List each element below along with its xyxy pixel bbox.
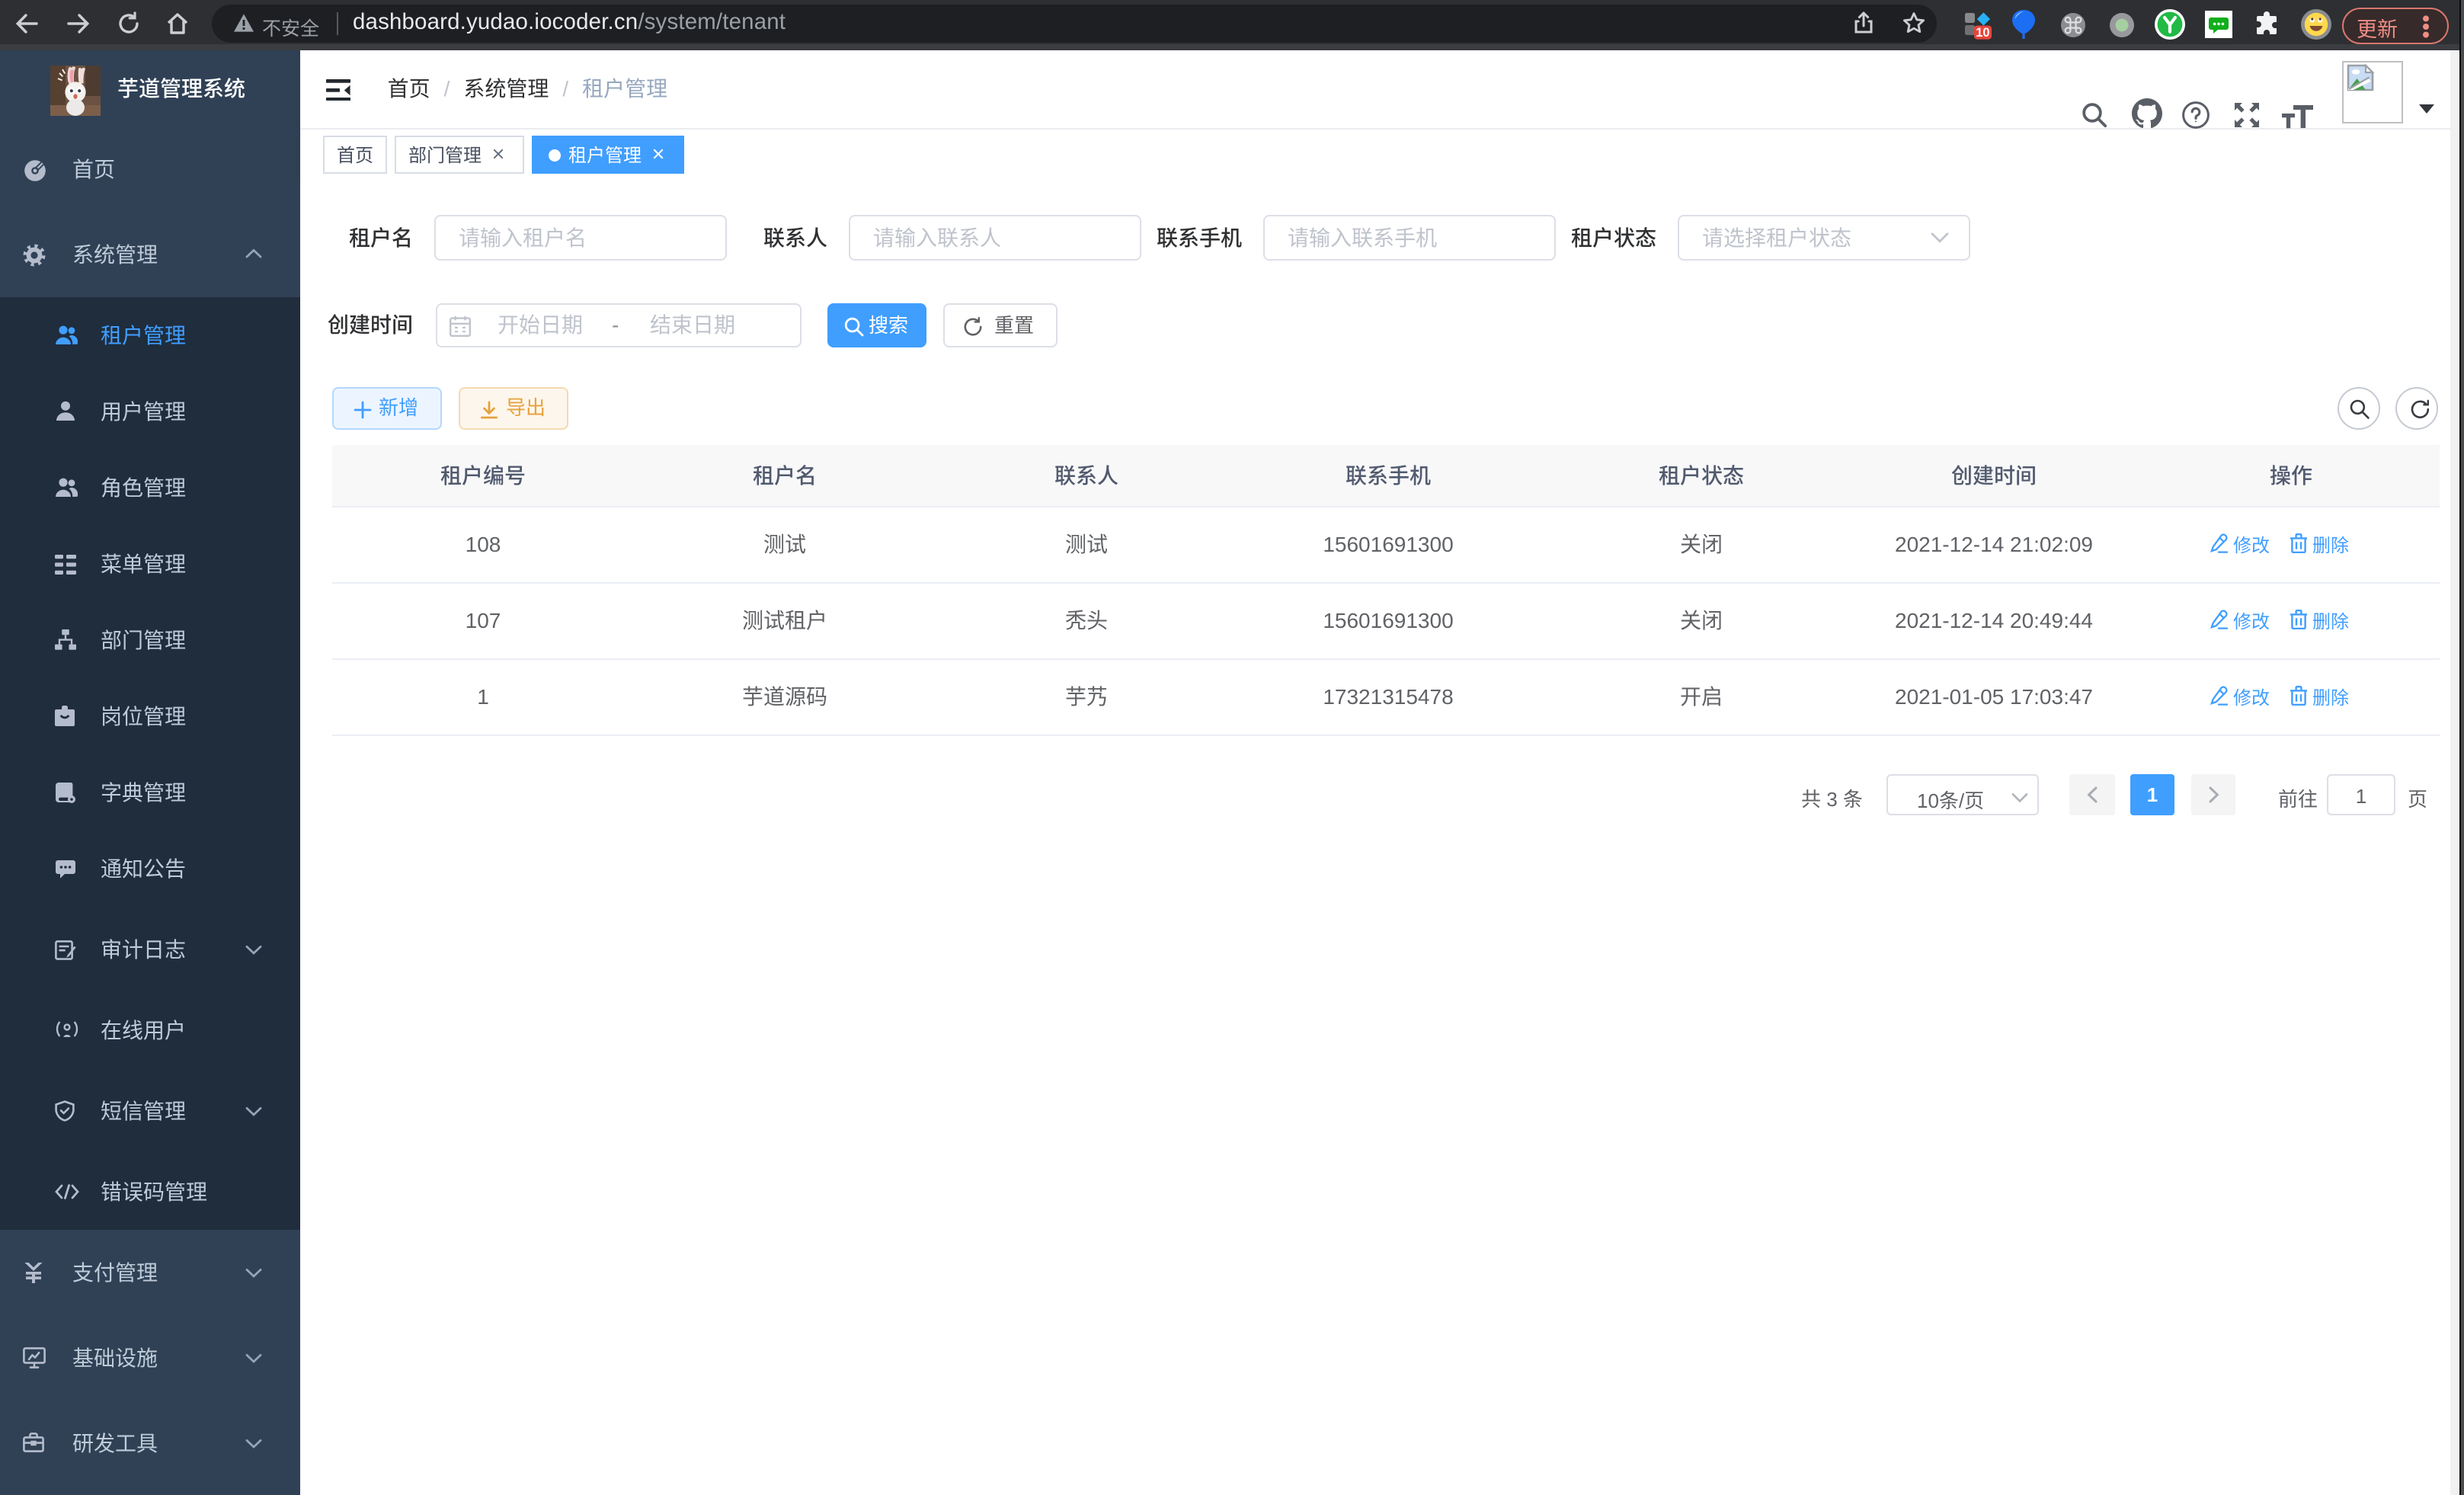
svg-text:10: 10: [1976, 26, 1989, 40]
